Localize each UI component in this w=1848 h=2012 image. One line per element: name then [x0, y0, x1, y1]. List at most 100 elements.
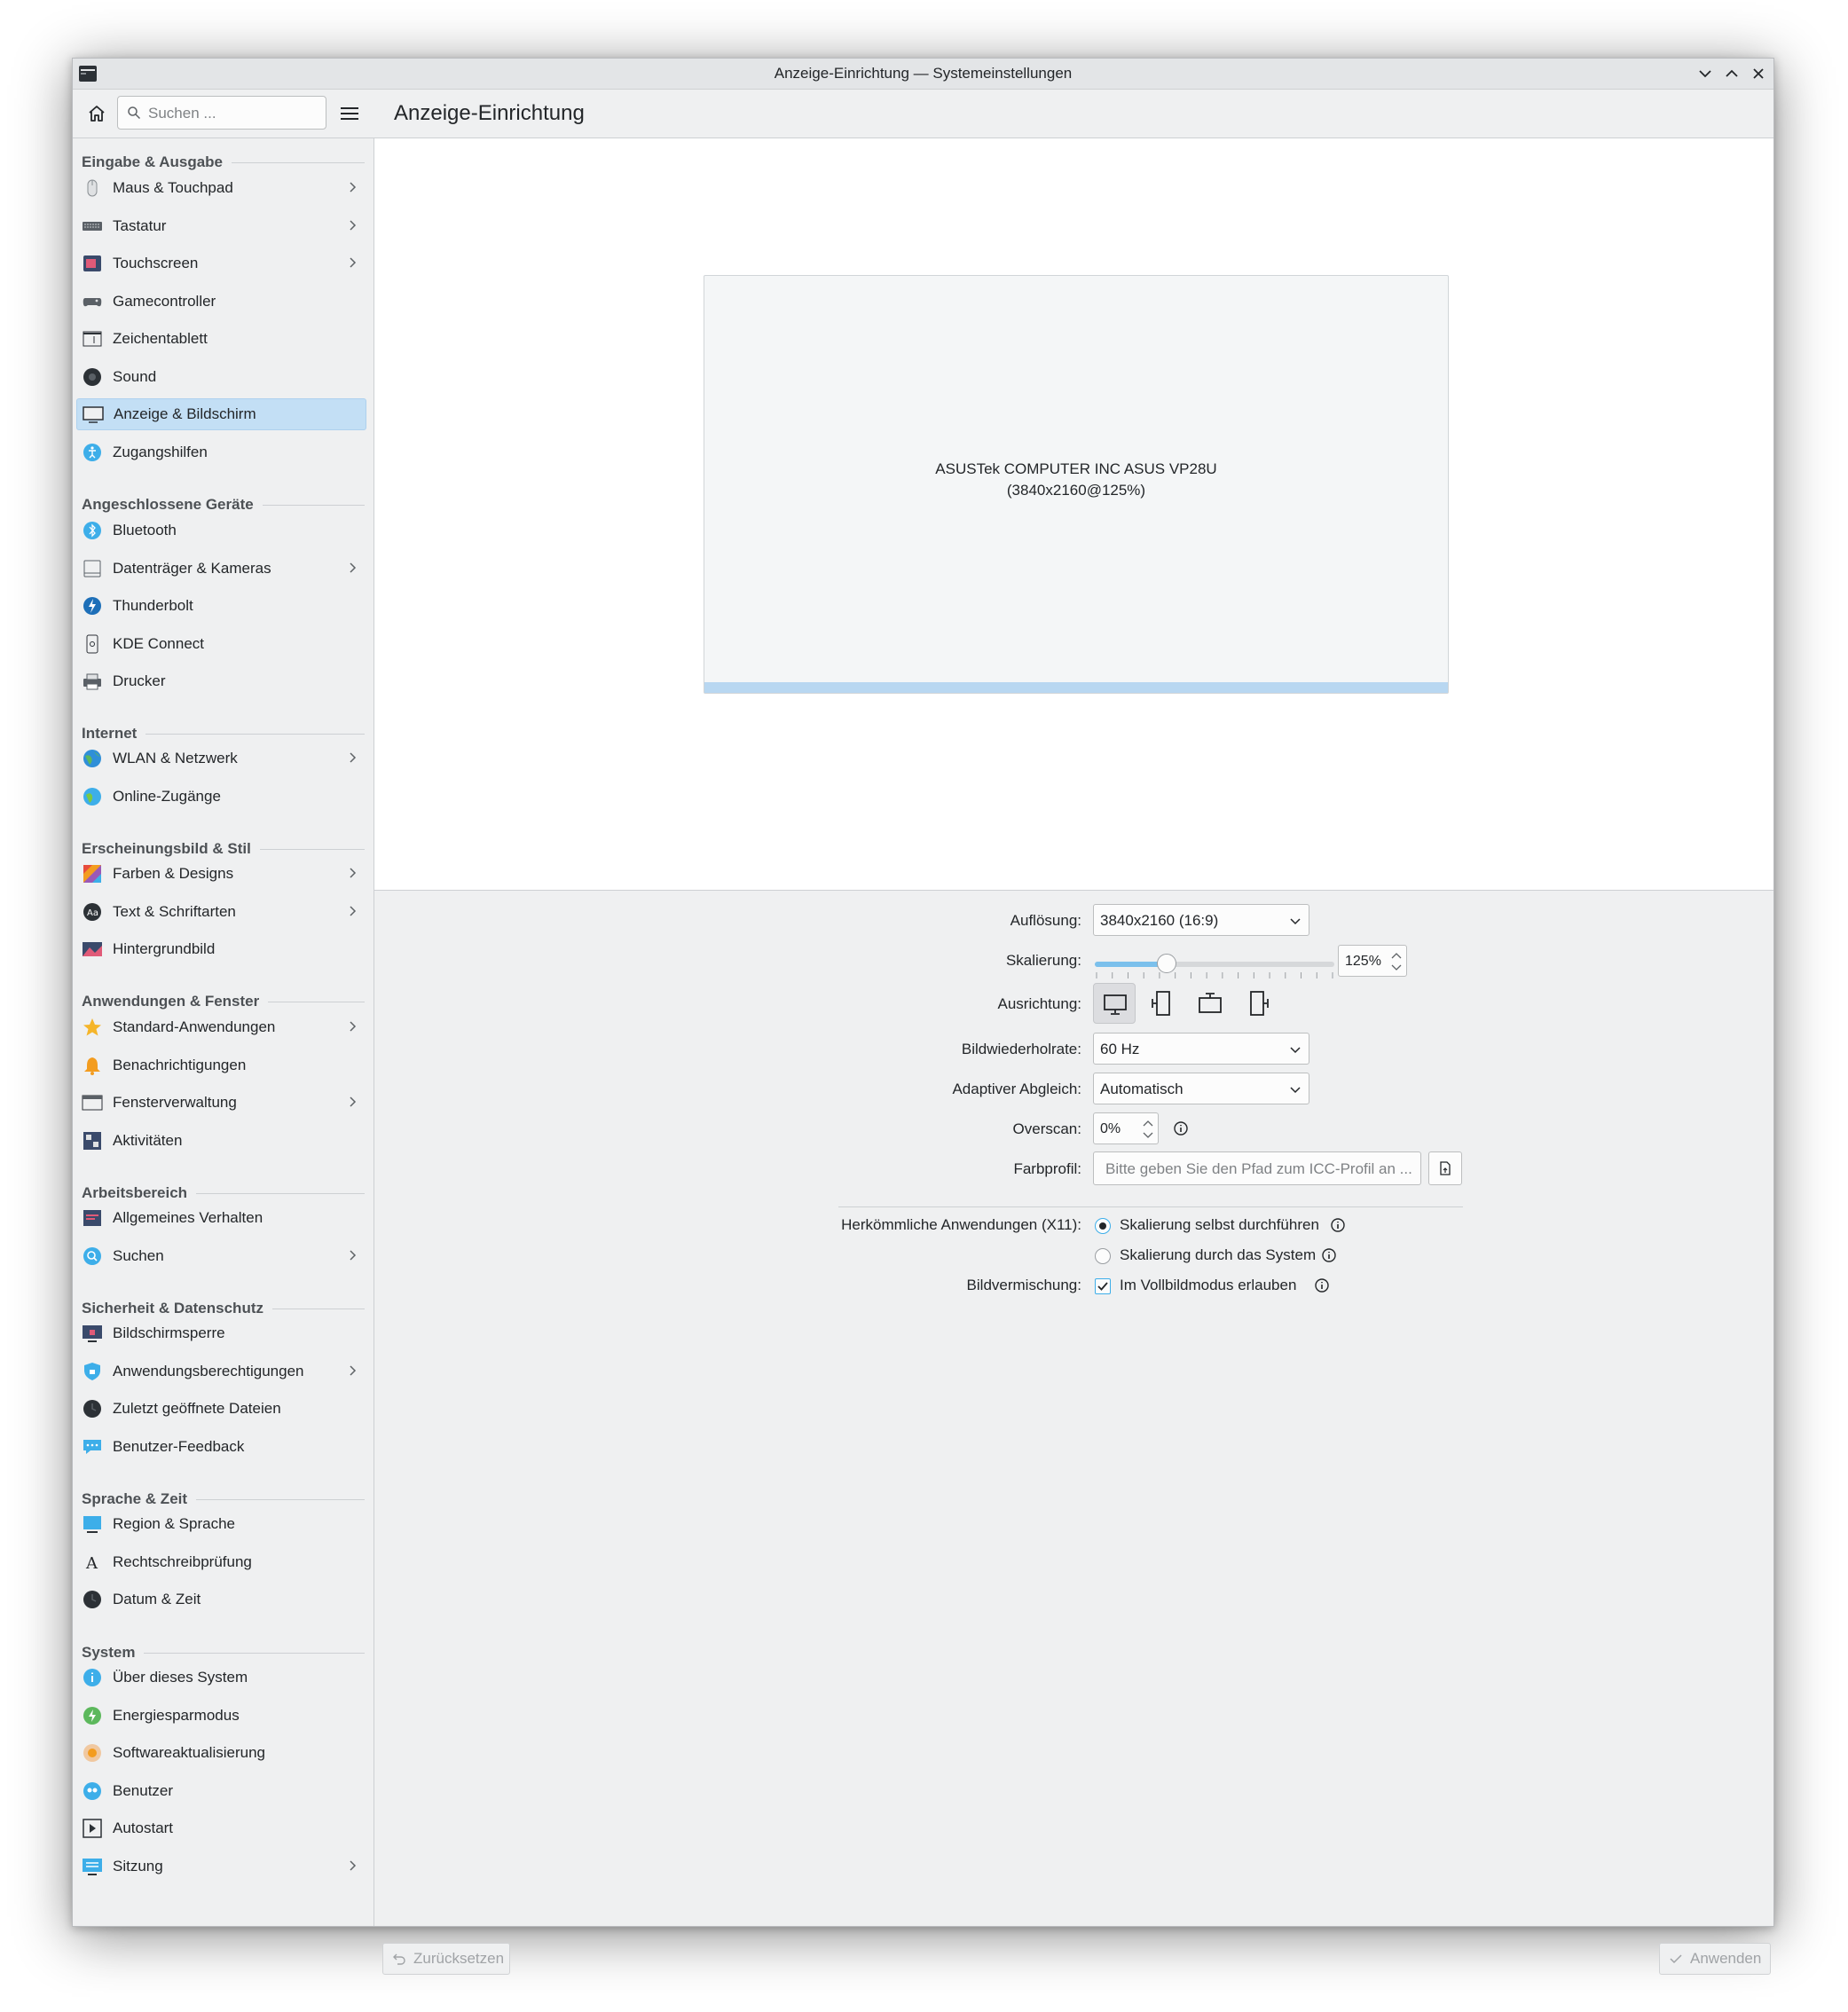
- sidebar-item-gamecontroller[interactable]: Gamecontroller: [76, 286, 366, 318]
- color-profile-browse-button[interactable]: [1428, 1151, 1462, 1185]
- allow-tearing-checkbox[interactable]: [1095, 1278, 1111, 1294]
- sidebar-item-maus-touchpad[interactable]: Maus & Touchpad: [76, 172, 366, 204]
- orientation-portrait-right-button[interactable]: [1237, 983, 1279, 1024]
- info-icon[interactable]: [1314, 1277, 1330, 1293]
- scaling-slider-handle[interactable]: [1157, 954, 1176, 973]
- sidebar-item-farben-designs[interactable]: Farben & Designs: [76, 858, 366, 890]
- sidebar-item-anzeige-bildschirm[interactable]: Anzeige & Bildschirm: [76, 398, 366, 430]
- window-icon: [82, 1092, 103, 1113]
- sidebar-item-label: Farben & Designs: [113, 865, 234, 882]
- document-open-icon: [1440, 1161, 1451, 1175]
- apply-button[interactable]: Anwenden: [1659, 1943, 1771, 1975]
- orientation-inverted-button[interactable]: [1189, 983, 1231, 1024]
- scale-system-label[interactable]: Skalierung durch das System: [1120, 1246, 1316, 1264]
- spin-arrows-icon[interactable]: [1390, 949, 1403, 974]
- sidebar-item-sound[interactable]: Sound: [76, 361, 366, 393]
- sidebar-item-allgemeines-verhalten[interactable]: Allgemeines Verhalten: [76, 1202, 366, 1234]
- chevron-right-icon: [350, 182, 357, 193]
- sidebar-item-label: Standard-Anwendungen: [113, 1018, 276, 1035]
- general-behavior-icon: [82, 1207, 103, 1229]
- reset-label: Zurücksetzen: [413, 1950, 505, 1967]
- refresh-rate-dropdown[interactable]: 60 Hz: [1093, 1033, 1309, 1065]
- scaling-spinbox[interactable]: 125%: [1338, 945, 1407, 977]
- sidebar-item-online-zugänge[interactable]: Online-Zugänge: [76, 781, 366, 813]
- chevron-right-icon: [350, 220, 357, 231]
- sidebar-item-benutzer-feedback[interactable]: Benutzer-Feedback: [76, 1431, 366, 1463]
- scaling-label: Skalierung:: [1005, 952, 1081, 969]
- search-input[interactable]: [146, 100, 323, 127]
- screen-lock-icon: [82, 1323, 103, 1344]
- checkmark-icon: [1097, 1282, 1108, 1291]
- sidebar-item-zeichentablett[interactable]: Zeichentablett: [76, 323, 366, 355]
- region-icon: [82, 1513, 103, 1535]
- sidebar-item-über-dieses-system[interactable]: Über dieses System: [76, 1662, 366, 1694]
- sidebar-item-fensterverwaltung[interactable]: Fensterverwaltung: [76, 1087, 366, 1119]
- sidebar-item-drucker[interactable]: Drucker: [76, 665, 366, 697]
- color-profile-input[interactable]: Bitte geben Sie den Pfad zum ICC-Profil …: [1093, 1151, 1421, 1185]
- sidebar-item-energiesparmodus[interactable]: Energiesparmodus: [76, 1700, 366, 1732]
- chevron-down-icon: [1290, 918, 1301, 925]
- sidebar-item-datenträger-kameras[interactable]: Datenträger & Kameras: [76, 553, 366, 585]
- section-divider: [259, 848, 365, 850]
- scale-self-label[interactable]: Skalierung selbst durchführen: [1120, 1216, 1319, 1234]
- monitor-preview[interactable]: ASUSTek COMPUTER INC ASUS VP28U (3840x21…: [704, 275, 1449, 694]
- home-icon[interactable]: [83, 100, 110, 127]
- maximize-button[interactable]: [1722, 64, 1742, 83]
- sidebar-item-region-sprache[interactable]: Region & Sprache: [76, 1508, 366, 1540]
- sidebar-item-softwareaktualisierung[interactable]: Softwareaktualisierung: [76, 1737, 366, 1769]
- sidebar-item-label: Maus & Touchpad: [113, 179, 233, 196]
- resolution-dropdown[interactable]: 3840x2160 (16:9): [1093, 904, 1309, 936]
- sidebar-item-text-schriftarten[interactable]: Aa Text & Schriftarten: [76, 896, 366, 928]
- minimize-button[interactable]: [1695, 64, 1715, 83]
- info-icon[interactable]: [1330, 1217, 1346, 1233]
- chevron-right-icon: [350, 257, 357, 268]
- sidebar-item-zugangshilfen[interactable]: Zugangshilfen: [76, 436, 366, 468]
- chevron-right-icon: [350, 906, 357, 916]
- close-button[interactable]: [1749, 64, 1768, 83]
- drive-icon: [82, 558, 103, 579]
- sidebar-item-zuletzt-geöffnete-dateien[interactable]: Zuletzt geöffnete Dateien: [76, 1393, 366, 1425]
- sidebar-item-hintergrundbild[interactable]: Hintergrundbild: [76, 933, 366, 965]
- sidebar-item-label: Region & Sprache: [113, 1515, 235, 1532]
- info-icon[interactable]: [1321, 1247, 1337, 1263]
- scale-self-radio[interactable]: [1095, 1218, 1111, 1234]
- search-field[interactable]: [117, 96, 326, 130]
- sidebar-item-sitzung[interactable]: Sitzung: [76, 1851, 366, 1882]
- overscan-value: 0%: [1100, 1121, 1121, 1136]
- sidebar-item-tastatur[interactable]: Tastatur: [76, 210, 366, 242]
- chevron-down-icon: [1290, 1087, 1301, 1094]
- overscan-spinbox[interactable]: 0%: [1093, 1112, 1159, 1144]
- orientation-landscape-button[interactable]: [1093, 983, 1136, 1024]
- spin-arrows-icon[interactable]: [1142, 1117, 1154, 1142]
- sidebar-item-touchscreen[interactable]: Touchscreen: [76, 248, 366, 279]
- sidebar-item-anwendungsberechtigungen[interactable]: Anwendungsberechtigungen: [76, 1356, 366, 1387]
- sidebar-item-suchen[interactable]: Suchen: [76, 1240, 366, 1272]
- chevron-right-icon: [350, 1860, 357, 1871]
- hamburger-menu-icon[interactable]: [336, 100, 363, 127]
- users-icon: [82, 1780, 103, 1802]
- search-icon: [82, 1246, 103, 1267]
- sidebar-item-benutzer[interactable]: Benutzer: [76, 1775, 366, 1807]
- reset-button[interactable]: Zurücksetzen: [382, 1943, 510, 1975]
- sidebar-item-wlan-netzwerk[interactable]: WLAN & Netzwerk: [76, 743, 366, 774]
- allow-tearing-label[interactable]: Im Vollbildmodus erlauben: [1120, 1277, 1296, 1294]
- scale-system-radio[interactable]: [1095, 1248, 1111, 1264]
- scaling-slider[interactable]: [1095, 954, 1334, 973]
- sidebar-item-datum-zeit[interactable]: Datum & Zeit: [76, 1584, 366, 1615]
- sidebar-item-label: Sound: [113, 368, 157, 385]
- sidebar-item-bildschirmsperre[interactable]: Bildschirmsperre: [76, 1317, 366, 1349]
- orientation-portrait-left-button[interactable]: [1141, 983, 1184, 1024]
- info-icon[interactable]: [1173, 1120, 1189, 1136]
- sidebar-item-aktivitäten[interactable]: Aktivitäten: [76, 1125, 366, 1157]
- orientation-label: Ausrichtung:: [997, 995, 1082, 1012]
- sidebar-item-label: Fensterverwaltung: [113, 1094, 237, 1111]
- sidebar-item-kde-connect[interactable]: KDE Connect: [76, 628, 366, 660]
- sidebar-item-standard-anwendungen[interactable]: Standard-Anwendungen: [76, 1011, 366, 1043]
- sidebar-item-rechtschreibprüfung[interactable]: A Rechtschreibprüfung: [76, 1546, 366, 1578]
- adaptive-sync-dropdown[interactable]: Automatisch: [1093, 1073, 1309, 1104]
- sidebar-item-thunderbolt[interactable]: Thunderbolt: [76, 590, 366, 622]
- chevron-right-icon: [350, 1096, 357, 1107]
- sidebar-item-benachrichtigungen[interactable]: Benachrichtigungen: [76, 1049, 366, 1081]
- sidebar-item-bluetooth[interactable]: Bluetooth: [76, 515, 366, 546]
- sidebar-item-autostart[interactable]: Autostart: [76, 1812, 366, 1844]
